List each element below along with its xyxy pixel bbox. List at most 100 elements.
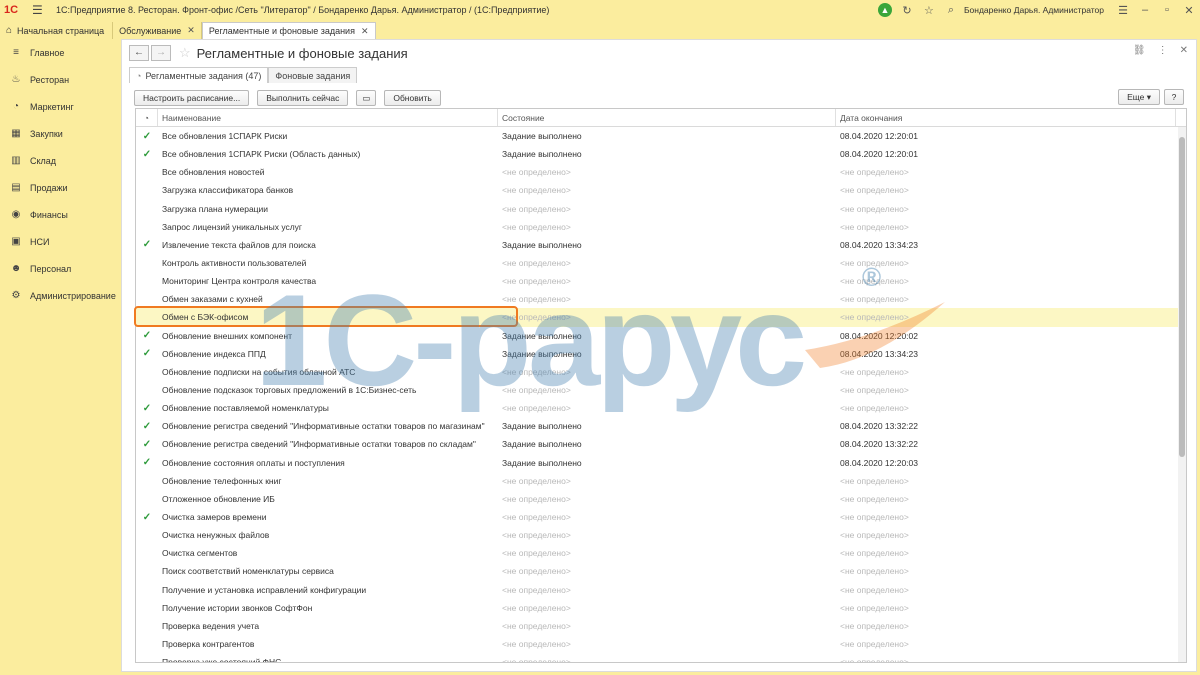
tab-service[interactable]: Обслуживание ✕ [113, 22, 202, 39]
close-window-icon[interactable]: ✕ [1178, 4, 1200, 17]
table-row[interactable]: Проверка ведения учета <не определено> <не… [136, 617, 1186, 635]
status-check-icon: ✓ [142, 420, 152, 432]
table-row[interactable]: Отложенное обновление ИБ <не определено> <… [136, 490, 1186, 508]
help-button[interactable]: ? [1164, 89, 1184, 105]
close-tab-icon[interactable]: ✕ [361, 26, 369, 37]
sidebar-item-finance[interactable]: ◉ Финансы [0, 201, 120, 228]
job-name: Проверка контрагентов [162, 639, 255, 649]
link-icon[interactable]: ⛓ [1133, 45, 1146, 56]
table-row[interactable]: ✓ Все обновления 1СПАРК Риски Задание выпо… [136, 127, 1186, 145]
more-button[interactable]: Еще ▾ [1118, 89, 1160, 105]
more-dots-icon[interactable]: ⋮ [1158, 45, 1168, 56]
status-check-icon: ✓ [142, 239, 152, 251]
sidebar-item-purchases[interactable]: ▦ Закупки [0, 120, 120, 147]
finance-icon: ◉ [11, 209, 21, 220]
form-subtabs: ◔ Регламентные задания (47) Фоновые зада… [129, 66, 358, 83]
tab-scheduled-jobs[interactable]: Регламентные и фоновые задания ✕ [201, 22, 376, 39]
tab-background[interactable]: Фоновые задания [268, 67, 358, 83]
run-now-button[interactable]: Выполнить сейчас [257, 90, 349, 106]
close-tab-icon[interactable]: ✕ [187, 25, 195, 36]
job-name: Запрос лицензий уникальных услуг [162, 221, 303, 232]
table-row[interactable]: ✓ Извлечение текста файлов для поиска Зада… [136, 236, 1186, 254]
table-row[interactable]: Очистка сегментов <не определено> <не опре… [136, 544, 1186, 562]
table-row[interactable]: ✓ Обновление регистра сведений "Информати… [136, 417, 1186, 435]
sidebar-item-personnel[interactable]: ☻ Персонал [0, 255, 120, 282]
job-end-date: 08.04.2020 13:32:22 [840, 421, 918, 432]
table-row[interactable]: Получение и установка исправлений конфиг… [136, 581, 1186, 599]
job-state: <не определено> [502, 493, 571, 504]
job-name: Извлечение текста файлов для поиска [162, 239, 316, 250]
hamburger-menu-icon[interactable]: ☰ [32, 3, 46, 17]
table-row[interactable]: ✓ Очистка замеров времени <не определено> <… [136, 508, 1186, 526]
forward-arrow-icon[interactable]: → [151, 45, 171, 61]
table-row[interactable]: Получение истории звонков СофтФон <не опр… [136, 599, 1186, 617]
watermark-logo: 1C-рарус [255, 267, 807, 413]
console-icon[interactable]: ▭ [356, 90, 377, 106]
schedule-button[interactable]: Настроить расписание... [134, 90, 250, 106]
column-state[interactable]: Состояние [498, 109, 836, 126]
job-end-date: <не определено> [840, 639, 909, 649]
table-row[interactable]: Проверка контрагентов <не определено> <не … [136, 635, 1186, 653]
table-row[interactable]: Поиск соответствий номенклатуры сервиса <… [136, 562, 1186, 580]
column-name[interactable]: Наименование [158, 109, 498, 126]
cart-icon: ▦ [11, 128, 21, 139]
job-state: <не определено> [502, 512, 571, 523]
back-arrow-icon[interactable]: ← [129, 45, 149, 61]
favorite-star-icon[interactable]: ☆ [179, 45, 191, 61]
job-name: Загрузка классификатора банков [162, 185, 294, 196]
notification-icon[interactable]: ▲ [877, 3, 892, 17]
table-row[interactable]: Все обновления новостей <не определено> <н… [136, 163, 1186, 181]
tab-scheduled[interactable]: ◔ Регламентные задания (47) [129, 67, 269, 83]
watermark-registered-mark: ® [862, 262, 882, 292]
table-row[interactable]: Проверка уже состояний ФНС <не определено… [136, 653, 1186, 663]
status-check-icon: ✓ [142, 438, 152, 450]
sidebar-item-main[interactable]: ≡ Главное [0, 39, 120, 66]
table-row[interactable]: Загрузка плана нумерации <не определено> <… [136, 200, 1186, 218]
refresh-button[interactable]: Обновить [384, 90, 441, 106]
job-name: Отложенное обновление ИБ [162, 493, 275, 504]
tab-home[interactable]: ⌂ Начальная страница [0, 22, 114, 39]
maximize-icon[interactable]: ▫ [1156, 4, 1178, 16]
vertical-scrollbar[interactable] [1178, 127, 1186, 662]
search-icon[interactable]: ⌕ [940, 4, 962, 17]
minimize-icon[interactable]: – [1134, 4, 1156, 16]
sidebar-item-restaurant[interactable]: ♨ Ресторан [0, 66, 120, 93]
favorites-star-icon[interactable]: ☆ [918, 4, 940, 17]
job-end-date: <не определено> [840, 493, 909, 504]
job-name: Все обновления 1СПАРК Риски (Область дан… [162, 149, 361, 160]
sections-sidebar: ≡ Главное ♨ Ресторан ◔ Маркетинг ▦ Закупки ▥… [0, 39, 120, 675]
job-name: Проверка ведения учета [162, 620, 260, 631]
scrollbar-thumb[interactable] [1179, 137, 1185, 457]
job-state: <не определено> [502, 620, 571, 631]
sidebar-item-sales[interactable]: ▤ Продажи [0, 174, 120, 201]
sidebar-item-reference[interactable]: ▣ НСИ [0, 228, 120, 255]
job-end-date: <не определено> [840, 657, 909, 663]
sidebar-item-administration[interactable]: ⚙ Администрирование [0, 282, 120, 309]
job-end-date: <не определено> [840, 475, 909, 486]
column-end-date[interactable]: Дата окончания [836, 109, 1176, 126]
table-row[interactable]: ✓ Обновление состояния оплаты и поступлен… [136, 454, 1186, 472]
job-end-date: <не определено> [840, 276, 909, 287]
table-row[interactable]: Загрузка классификатора банков <не опреде… [136, 181, 1186, 199]
table-row[interactable]: ✓ Обновление регистра сведений "Информати… [136, 435, 1186, 453]
table-row[interactable]: ✓ Все обновления 1СПАРК Риски (Область да… [136, 145, 1186, 163]
status-column-icon[interactable]: ◔ [136, 109, 158, 126]
sidebar-item-marketing[interactable]: ◔ Маркетинг [0, 93, 120, 120]
settings-menu-icon[interactable]: ☰ [1112, 4, 1134, 17]
job-name: Поиск соответствий номенклатуры сервиса [162, 566, 334, 577]
job-end-date: <не определено> [840, 203, 909, 214]
job-end-date: 08.04.2020 12:20:01 [840, 131, 918, 142]
history-icon[interactable]: ↻ [896, 4, 918, 17]
app-logo: 1С [4, 4, 19, 16]
table-row[interactable]: Обновление телефонных книг <не определено… [136, 472, 1186, 490]
status-check-icon: ✓ [142, 457, 152, 469]
job-state: Задание выполнено [502, 239, 582, 250]
close-form-icon[interactable]: ✕ [1180, 45, 1188, 56]
table-row[interactable]: Очистка ненужных файлов <не определено> <н… [136, 526, 1186, 544]
job-state: <не определено> [502, 167, 571, 178]
table-row[interactable]: Запрос лицензий уникальных услуг <не опре… [136, 218, 1186, 236]
job-state: <не определено> [502, 530, 571, 541]
status-check-icon: ✓ [142, 348, 152, 360]
job-end-date: <не определено> [840, 385, 909, 396]
sidebar-item-warehouse[interactable]: ▥ Склад [0, 147, 120, 174]
